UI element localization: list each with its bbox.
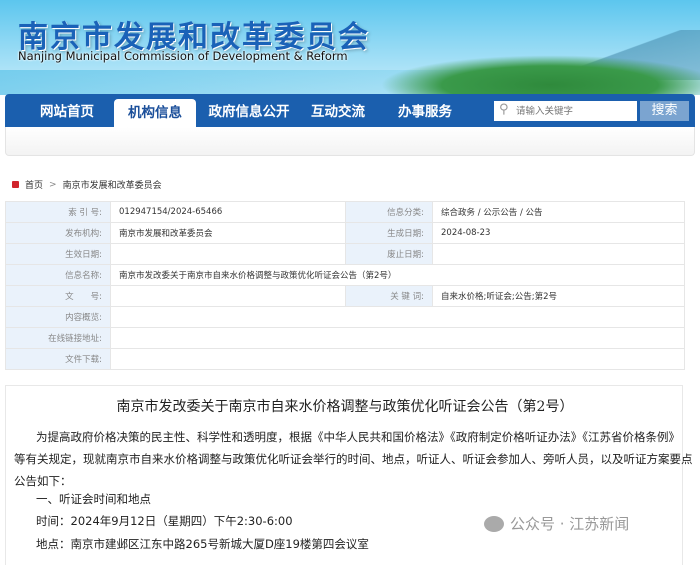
nav-interaction[interactable]: 互动交流 <box>301 94 375 127</box>
breadcrumb: 首页 > 南京市发展和改革委员会 <box>12 178 162 191</box>
nav-gov-info[interactable]: 政府信息公开 <box>201 94 297 127</box>
article-title: 南京市发改委关于南京市自来水价格调整与政策优化听证会公告（第2号） <box>116 399 574 415</box>
keywords-value: 自来水价格;听证会;公告;第2号 <box>432 285 685 307</box>
effective-label: 生效日期: <box>5 243 111 265</box>
search-button[interactable]: 搜索 <box>640 101 689 121</box>
site-logo-subtitle: Nanjing Municipal Commission of Developm… <box>18 49 348 63</box>
search-box: ⚲ <box>494 101 637 121</box>
publisher-label: 发布机构: <box>5 222 111 244</box>
publisher-value: 南京市发展和改革委员会 <box>110 222 346 244</box>
nav-home[interactable]: 网站首页 <box>27 94 107 127</box>
hearing-time: 时间：2024年9月12日（星期四）下午2:30-6:00 <box>36 514 293 528</box>
keywords-label: 关 键 词: <box>345 285 433 307</box>
metadata-table: 索 引 号: 012947154/2024-65466 信息分类: 综合政务 /… <box>5 201 685 370</box>
header-banner: 南京市发展和改革委员会 Nanjing Municipal Commission… <box>0 0 700 95</box>
table-row: 文件下载: <box>5 348 685 370</box>
category-label: 信息分类: <box>345 201 433 223</box>
nav-services[interactable]: 办事服务 <box>385 94 465 127</box>
table-row: 文 号: 关 键 词: 自来水价格;听证会;公告;第2号 <box>5 285 685 307</box>
nav-org-info[interactable]: 机构信息 <box>114 99 196 128</box>
overview-label: 内容概览: <box>5 306 111 328</box>
table-row: 索 引 号: 012947154/2024-65466 信息分类: 综合政务 /… <box>5 201 685 223</box>
breadcrumb-current[interactable]: 南京市发展和改革委员会 <box>63 178 162 191</box>
watermark-text: 公众号 · 江苏新闻 <box>510 515 630 533</box>
table-row: 在线链接地址: <box>5 327 685 349</box>
table-row: 生效日期: 废止日期: <box>5 243 685 265</box>
breadcrumb-home[interactable]: 首页 <box>25 178 43 191</box>
index-label: 索 引 号: <box>5 201 111 223</box>
link-value <box>110 327 685 349</box>
article-paragraph: 等有关规定，现就南京市自来水价格调整与政策优化听证会举行的时间、地点，听证人、听… <box>14 452 693 466</box>
article-paragraph: 为提高政府价格决策的民主性、科学性和透明度，根据《中华人民共和国价格法》《政府制… <box>36 430 680 444</box>
effective-value <box>110 243 346 265</box>
search-input[interactable] <box>516 101 634 121</box>
created-label: 生成日期: <box>345 222 433 244</box>
docno-value <box>110 285 346 307</box>
home-icon <box>12 181 19 188</box>
banner-island <box>380 55 700 95</box>
wechat-icon <box>484 515 504 532</box>
hearing-place: 地点：南京市建邺区江东中路265号新城大厦D座19楼第四会议室 <box>36 537 369 551</box>
expire-label: 废止日期: <box>345 243 433 265</box>
breadcrumb-separator: > <box>49 179 57 190</box>
table-row: 发布机构: 南京市发展和改革委员会 生成日期: 2024-08-23 <box>5 222 685 244</box>
index-value: 012947154/2024-65466 <box>110 201 346 223</box>
link-label: 在线链接地址: <box>5 327 111 349</box>
sub-nav-bar <box>5 127 695 156</box>
created-value: 2024-08-23 <box>432 222 685 244</box>
category-value: 综合政务 / 公示公告 / 公告 <box>432 201 685 223</box>
table-row: 信息名称: 南京市发改委关于南京市自来水价格调整与政策优化听证会公告（第2号） <box>5 264 685 286</box>
name-value: 南京市发改委关于南京市自来水价格调整与政策优化听证会公告（第2号） <box>110 264 685 286</box>
download-value <box>110 348 685 370</box>
docno-label: 文 号: <box>5 285 111 307</box>
expire-value <box>432 243 685 265</box>
name-label: 信息名称: <box>5 264 111 286</box>
table-row: 内容概览: <box>5 306 685 328</box>
search-icon: ⚲ <box>499 102 509 117</box>
overview-value <box>110 306 685 328</box>
download-label: 文件下载: <box>5 348 111 370</box>
section-heading: 一、听证会时间和地点 <box>36 492 151 506</box>
watermark: 公众号 · 江苏新闻 <box>484 513 629 534</box>
